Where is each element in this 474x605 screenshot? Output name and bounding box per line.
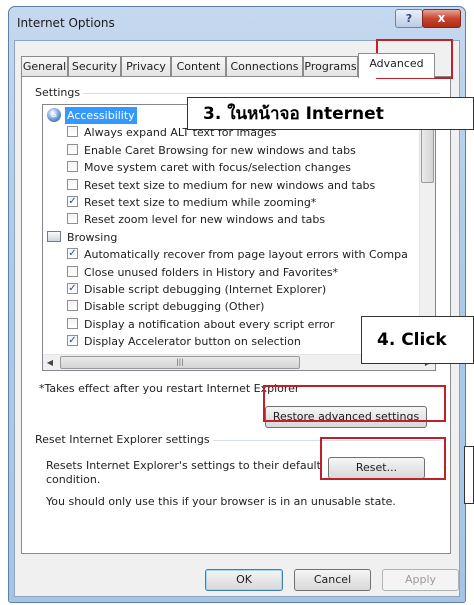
reset-warning-text: You should only use this if your browser… [46,495,396,508]
checkbox[interactable] [67,300,78,312]
advanced-tab-panel: Settings ♿ Accessibility Always expand ALT… [21,76,451,554]
title-bar[interactable]: Internet Options ? x [9,7,465,39]
reset-description-line2: condition. [46,473,101,486]
step3-callout: 3. ในหน้าจอ Internet [187,97,474,130]
tab-advanced[interactable]: Advanced [358,53,435,78]
checkbox[interactable] [67,143,78,155]
reset-description-line1: Resets Internet Explorer's settings to t… [46,459,321,472]
apply-button: Apply [382,569,459,591]
category-label: Browsing [67,230,118,244]
help-button[interactable]: ? [395,9,423,28]
setting-label: Reset zoom level for new windows and tab… [84,213,326,227]
setting-label: Display Accelerator button on selection [84,335,301,349]
setting-label: Close unused folders in History and Favo… [84,265,339,279]
reset-button-highlight [320,437,446,480]
window-title: Internet Options [17,16,115,30]
checkbox[interactable] [67,265,78,277]
accessibility-icon: ♿ [47,108,61,122]
tab-security[interactable]: Security [68,56,121,76]
tab-privacy[interactable]: Privacy [121,56,171,76]
tab-programs[interactable]: Programs [303,56,358,76]
setting-label: Move system caret with focus/selection c… [84,161,351,175]
checkbox[interactable] [67,161,78,173]
setting-label: Display a notification about every scrip… [84,317,335,331]
scroll-left-icon[interactable]: ◀ [43,355,57,370]
restart-footnote: *Takes effect after you restart Internet… [39,382,300,395]
tab-connections[interactable]: Connections [226,56,303,76]
close-button[interactable]: x [422,9,461,28]
setting-label: Enable Caret Browsing for new windows an… [84,143,356,157]
step4-callout: 4. Click [361,316,474,364]
setting-label: Reset text size to medium for new window… [84,178,376,192]
settings-group-line [32,93,440,94]
tab-content[interactable]: Content [171,56,226,76]
callout-fragment [464,446,474,504]
setting-label: Automatically recover from page layout e… [84,248,408,262]
cancel-button[interactable]: Cancel [294,569,371,591]
checkbox-checked[interactable]: ✓ [67,248,78,260]
checkbox-checked[interactable]: ✓ [67,196,78,207]
setting-label: Reset text size to medium while zooming* [84,196,317,209]
checkbox[interactable] [67,213,78,225]
reset-group-label: Reset Internet Explorer settings [32,433,213,446]
restore-button-highlight [263,385,446,422]
setting-label: Disable script debugging (Other) [84,300,265,314]
category-label: Accessibility [65,107,137,124]
settings-group-label: Settings [32,86,84,99]
checkbox[interactable] [67,317,78,329]
checkbox-checked[interactable]: ✓ [67,283,78,294]
browsing-icon [47,230,61,242]
checkbox[interactable] [67,178,78,190]
checkbox[interactable] [67,126,78,138]
ok-button[interactable]: OK [205,569,283,591]
horizontal-scroll-thumb[interactable]: ||| [60,356,300,369]
tab-general[interactable]: General [21,56,68,76]
vertical-scroll-thumb[interactable] [421,123,434,183]
setting-label: Disable script debugging (Internet Explo… [84,283,327,296]
internet-options-dialog: Internet Options ? x General Security Pr… [8,6,466,603]
checkbox-checked[interactable]: ✓ [67,335,78,347]
